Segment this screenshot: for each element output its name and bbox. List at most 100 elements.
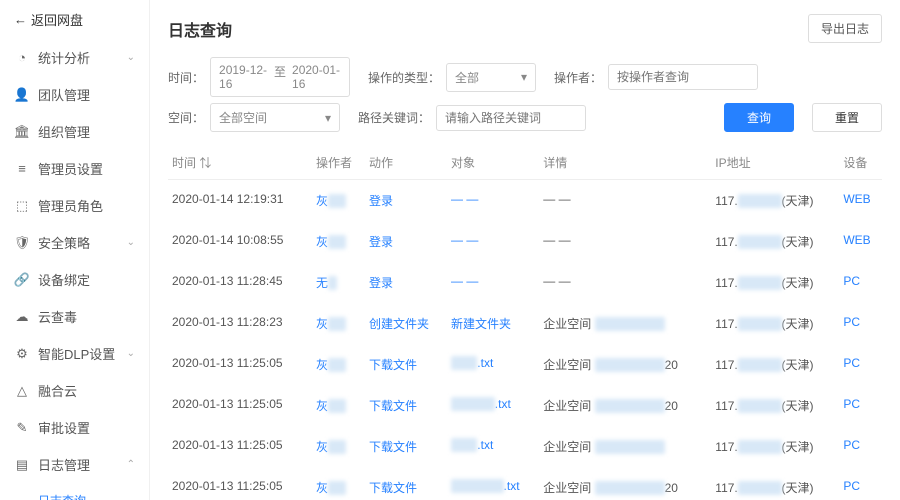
cell-action[interactable]: 下载文件 — [365, 385, 447, 426]
cell-device[interactable]: WEB — [839, 221, 882, 262]
col-header[interactable]: 设备 — [839, 146, 882, 180]
sidebar-icon: 🛡 — [14, 235, 30, 251]
page-title: 日志查询 — [168, 17, 232, 41]
cell-target[interactable]: ▓▓▓▓▓.txt — [447, 385, 539, 426]
cell-operator[interactable]: 灰▓▓ — [312, 426, 365, 467]
sidebar-item-12[interactable]: 日志查询 — [0, 483, 149, 500]
cell-device[interactable]: PC — [839, 426, 882, 467]
back-label: 返回网盘 — [31, 10, 83, 29]
sidebar-icon: 🏛 — [14, 124, 30, 140]
cell-action[interactable]: 登录 — [365, 180, 447, 222]
cell-device[interactable]: PC — [839, 344, 882, 385]
date-range-input[interactable]: 2019-12-16 至 2020-01-16 — [210, 57, 350, 97]
main-content: 日志查询 导出日志 时间： 2019-12-16 至 2020-01-16 操作… — [150, 0, 900, 500]
table-row: 2020-01-13 11:25:05灰▓▓下载文件▓▓▓.txt企业空间 ▓▓… — [168, 426, 882, 467]
cell-action[interactable]: 下载文件 — [365, 344, 447, 385]
cell-ip: 117.▓▓▓▓▓(天津) — [711, 385, 839, 426]
table-row: 2020-01-14 10:08:55灰▓▓登录— —— —117.▓▓▓▓▓(… — [168, 221, 882, 262]
sidebar-item-1[interactable]: 👤 团队管理 — [0, 76, 149, 113]
sidebar-label: 云查毒 — [38, 307, 77, 326]
cell-target[interactable]: ▓▓▓▓▓▓.txt — [447, 467, 539, 500]
cell-device[interactable]: PC — [839, 303, 882, 344]
cell-time: 2020-01-13 11:25:05 — [168, 426, 312, 467]
table-row: 2020-01-13 11:28:23灰▓▓创建文件夹新建文件夹企业空间 ▓▓▓… — [168, 303, 882, 344]
type-select[interactable]: 全部▾ — [446, 63, 536, 92]
log-table: 时间 ⇅操作者动作对象详情IP地址设备 2020-01-14 12:19:31灰… — [168, 146, 882, 500]
cell-target[interactable]: ▓▓▓.txt — [447, 426, 539, 467]
col-header[interactable]: 动作 — [365, 146, 447, 180]
cell-time: 2020-01-13 11:25:05 — [168, 467, 312, 500]
back-link[interactable]: ← 返回网盘 — [0, 0, 149, 39]
sidebar-item-5[interactable]: 🛡安全策略⌄ — [0, 224, 149, 261]
cell-detail: — — — [539, 221, 711, 262]
sidebar-item-10[interactable]: ✎审批设置 — [0, 409, 149, 446]
cell-target[interactable]: — — — [447, 221, 539, 262]
cell-device[interactable]: PC — [839, 467, 882, 500]
sidebar-label: 智能DLP设置 — [38, 344, 115, 363]
sidebar-item-6[interactable]: 🔗设备绑定 — [0, 261, 149, 298]
cell-action[interactable]: 下载文件 — [365, 467, 447, 500]
cell-ip: 117.▓▓▓▓▓(天津) — [711, 467, 839, 500]
cell-operator[interactable]: 灰▓▓ — [312, 385, 365, 426]
chevron-down-icon: ▾ — [521, 70, 527, 84]
cell-detail: 企业空间 ▓▓▓▓▓▓▓▓20 — [539, 467, 711, 500]
cell-operator[interactable]: 灰▓▓ — [312, 303, 365, 344]
cell-action[interactable]: 下载文件 — [365, 426, 447, 467]
cell-action[interactable]: 创建文件夹 — [365, 303, 447, 344]
sidebar-label: 日志管理 — [38, 455, 90, 474]
export-button[interactable]: 导出日志 — [808, 14, 882, 43]
search-button[interactable]: 查询 — [724, 103, 794, 132]
col-header[interactable]: 对象 — [447, 146, 539, 180]
sidebar-item-2[interactable]: 🏛组织管理 — [0, 113, 149, 150]
reset-button[interactable]: 重置 — [812, 103, 882, 132]
col-header[interactable]: 时间 ⇅ — [168, 146, 312, 180]
cell-detail: 企业空间 ▓▓▓▓▓▓▓▓20 — [539, 385, 711, 426]
cell-operator[interactable]: 灰▓▓ — [312, 467, 365, 500]
sidebar-icon: ⬚ — [14, 198, 30, 214]
col-header[interactable]: 操作者 — [312, 146, 365, 180]
cell-target[interactable]: — — — [447, 180, 539, 222]
sidebar-label: 审批设置 — [38, 418, 90, 437]
table-row: 2020-01-13 11:25:05灰▓▓下载文件▓▓▓.txt企业空间 ▓▓… — [168, 344, 882, 385]
cell-operator[interactable]: 灰▓▓ — [312, 180, 365, 222]
sidebar-icon: 👤 — [14, 87, 30, 103]
chevron-icon: ⌃ — [127, 459, 135, 470]
cell-detail: — — — [539, 180, 711, 222]
cell-ip: 117.▓▓▓▓▓(天津) — [711, 262, 839, 303]
cell-target[interactable]: ▓▓▓.txt — [447, 344, 539, 385]
col-header[interactable]: 详情 — [539, 146, 711, 180]
sidebar-item-7[interactable]: ☁云查毒 — [0, 298, 149, 335]
filter-type-label: 操作的类型： — [368, 69, 440, 86]
sidebar-label: 团队管理 — [38, 85, 90, 104]
cell-operator[interactable]: 灰▓▓ — [312, 221, 365, 262]
cell-target[interactable]: 新建文件夹 — [447, 303, 539, 344]
sidebar-item-3[interactable]: ≡管理员设置 — [0, 150, 149, 187]
chevron-icon: ⌄ — [127, 237, 135, 248]
cell-operator[interactable]: 无▓ — [312, 262, 365, 303]
col-header[interactable]: IP地址 — [711, 146, 839, 180]
sidebar-icon: △ — [14, 383, 30, 399]
cell-action[interactable]: 登录 — [365, 262, 447, 303]
cell-ip: 117.▓▓▓▓▓(天津) — [711, 180, 839, 222]
cell-target[interactable]: — — — [447, 262, 539, 303]
cell-action[interactable]: 登录 — [365, 221, 447, 262]
space-select[interactable]: 全部空间▾ — [210, 103, 340, 132]
sidebar-item-11[interactable]: ▤日志管理⌃ — [0, 446, 149, 483]
cell-ip: 117.▓▓▓▓▓(天津) — [711, 426, 839, 467]
sidebar-item-0[interactable]: ◔统计分析⌄ — [0, 39, 149, 76]
cell-detail: 企业空间 ▓▓▓▓▓▓▓▓ — [539, 426, 711, 467]
sidebar-item-9[interactable]: △融合云 — [0, 372, 149, 409]
keyword-input[interactable] — [436, 105, 586, 131]
sidebar-item-4[interactable]: ⬚管理员角色 — [0, 187, 149, 224]
cell-device[interactable]: WEB — [839, 180, 882, 222]
operator-input[interactable] — [608, 64, 758, 90]
cell-time: 2020-01-13 11:25:05 — [168, 385, 312, 426]
cell-device[interactable]: PC — [839, 262, 882, 303]
page-header: 日志查询 导出日志 — [168, 0, 882, 53]
cell-device[interactable]: PC — [839, 385, 882, 426]
sidebar: ← 返回网盘 ◔统计分析⌄ 👤 团队管理 🏛组织管理≡管理员设置⬚管理员角色🛡安全策略… — [0, 0, 150, 500]
cell-time: 2020-01-14 10:08:55 — [168, 221, 312, 262]
sidebar-item-8[interactable]: ⚙智能DLP设置⌄ — [0, 335, 149, 372]
cell-operator[interactable]: 灰▓▓ — [312, 344, 365, 385]
sidebar-icon: 🔗 — [14, 272, 30, 288]
